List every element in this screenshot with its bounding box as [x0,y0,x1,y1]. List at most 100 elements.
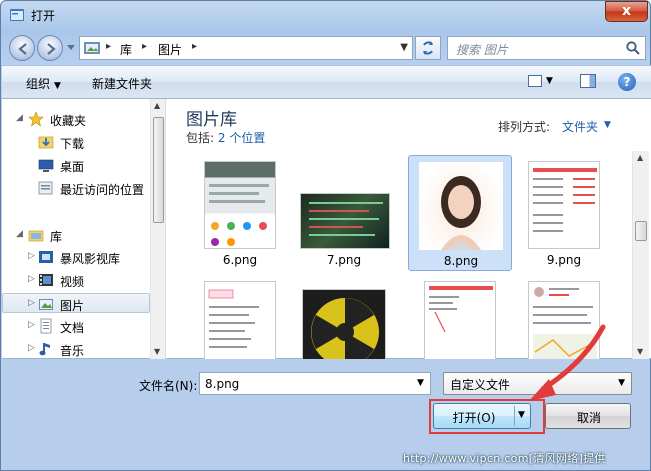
file-thumbnail[interactable]: 9.png [512,155,616,271]
nav-label: 视频 [60,275,85,289]
includes-locations-link[interactable]: 2 个位置 [218,131,265,145]
video-icon [39,274,53,286]
file-list-pane: 图片库 包括: 2 个位置 排列方式: 文件夹 ▼ 6.png 7.png 8.… [166,99,651,359]
nav-label: 最近访问的位置 [60,183,145,197]
arrange-by-dropdown[interactable]: 文件夹 [562,118,598,135]
scrollbar-thumb[interactable] [153,117,164,223]
breadcrumb-library[interactable]: 库 [120,41,132,58]
recent-places-icon [38,181,53,195]
file-thumbnail[interactable]: 7.png [292,155,396,271]
title-bar: 打开 x [1,1,651,29]
breadcrumb-separator-icon[interactable]: ▸ [192,41,197,52]
nav-label: 音乐 [60,344,85,358]
library-title: 图片库 [186,110,237,130]
pictures-icon [39,299,53,310]
documents-icon [40,318,52,334]
file-name: 9.png [546,253,582,267]
image-thumbnail [300,193,390,249]
address-bar[interactable]: ▸ 库 ▸ 图片 ▸ ▼ [79,36,413,60]
organize-button[interactable]: 组织 ▼ [26,75,61,92]
back-button[interactable] [9,35,35,61]
image-thumbnail [302,289,386,359]
change-view-icon[interactable] [528,75,542,87]
star-icon [28,111,44,127]
nav-label: 收藏夹 [50,114,87,128]
recent-pages-dropdown-icon[interactable] [67,43,75,51]
nav-label: 暴风影视库 [60,252,121,266]
view-options-dropdown-icon[interactable]: ▼ [546,76,553,86]
breadcrumb-separator-icon[interactable]: ▸ [142,41,147,52]
file-thumbnail-selected[interactable]: 8.png [408,155,512,271]
nav-item-favorites[interactable]: ◢ 收藏夹 [2,109,150,129]
help-icon[interactable]: ? [618,73,636,91]
file-name-history-dropdown-icon[interactable]: ▼ [417,378,424,388]
watermark-text: http://www.vipcn.com[清风网络]提供 [403,452,606,465]
chevron-down-icon: ▼ [618,378,625,388]
game-screenshot-preview [309,202,383,236]
scroll-up-icon[interactable]: ▲ [154,101,160,110]
new-folder-button[interactable]: 新建文件夹 [92,75,152,92]
scroll-up-icon[interactable]: ▲ [637,153,643,162]
nav-item-recent-places[interactable]: 最近访问的位置 [2,178,150,198]
chevron-down-icon[interactable]: ▼ [604,120,611,130]
navigation-scrollbar[interactable]: ▲ ▼ [150,99,165,359]
file-name-input[interactable] [199,372,431,395]
refresh-button[interactable] [415,36,441,60]
open-file-dialog: 打开 x ▸ 库 ▸ 图片 ▸ ▼ 搜索 图片 组织 ▼ 新建文件夹 ▼ ? ◢… [0,0,651,471]
expander-icon[interactable]: ▷ [28,298,35,308]
back-arrow-icon [18,43,27,55]
scrollbar-thumb[interactable] [635,221,647,241]
open-options-dropdown-icon[interactable]: ▼ [518,410,525,420]
nav-item-desktop[interactable]: 桌面 [2,155,150,175]
forward-button[interactable] [37,35,63,61]
scroll-down-icon[interactable]: ▼ [154,347,160,356]
nav-item-libraries[interactable]: ◢ 库 [2,225,150,245]
breadcrumb-separator-icon[interactable]: ▸ [106,41,111,52]
arrange-by-label: 排列方式: [498,120,551,134]
scroll-down-icon[interactable]: ▼ [637,347,643,356]
video-library-icon [39,251,53,263]
image-thumbnail [528,161,600,249]
nav-label: 图片 [60,299,85,313]
download-folder-icon [38,136,54,149]
navigation-pane: ◢ 收藏夹 下载 桌面 最近访问的位置 ◢ 库 ▷ 暴风影视库 ▷ 视频 ▷ 图… [2,99,166,359]
cancel-button-label: 取消 [576,411,601,425]
file-list-scrollbar[interactable]: ▲ ▼ [632,151,649,359]
nav-label: 文档 [60,321,85,335]
nav-item-pictures[interactable]: ▷ 图片 [2,293,150,313]
nav-label: 下载 [60,137,85,151]
nav-item-music[interactable]: ▷ 音乐 [2,339,150,359]
search-box[interactable]: 搜索 图片 [447,36,646,60]
address-history-dropdown-icon[interactable]: ▼ [400,42,408,53]
file-name: 8.png [443,254,479,268]
screenshot-preview [208,289,259,348]
file-name-label: 文件名(N): [139,379,198,393]
expander-icon[interactable]: ▷ [28,343,35,353]
nav-item-documents[interactable]: ▷ 文档 [2,316,150,336]
nav-item-videos[interactable]: ▷ 视频 [2,270,150,290]
image-thumbnail [204,161,276,249]
library-icon [28,230,44,242]
file-thumbnail[interactable] [292,275,396,359]
file-thumbnail[interactable] [408,275,512,359]
nav-item-downloads[interactable]: 下载 [2,132,150,152]
expander-icon[interactable]: ▷ [28,320,35,330]
preview-pane-icon[interactable] [580,74,596,88]
forward-arrow-icon [47,43,56,55]
nav-item-video-library[interactable]: ▷ 暴风影视库 [2,247,150,267]
file-thumbnail[interactable]: 6.png [188,155,292,271]
music-icon [39,343,50,356]
pictures-folder-icon [84,42,100,54]
chevron-down-icon: ▼ [54,81,61,91]
breadcrumb-pictures[interactable]: 图片 [158,41,182,58]
command-bar: 组织 ▼ 新建文件夹 ▼ ? [2,65,651,99]
file-thumbnail[interactable] [188,275,292,359]
android-logo-preview [311,298,379,359]
expander-icon[interactable]: ▷ [28,274,35,284]
search-placeholder[interactable]: 搜索 图片 [456,41,508,58]
expander-icon[interactable]: ▷ [28,251,35,261]
expander-icon[interactable]: ◢ [16,113,23,123]
close-button[interactable]: x [605,1,648,22]
search-icon[interactable] [625,40,641,56]
expander-icon[interactable]: ◢ [16,229,23,239]
